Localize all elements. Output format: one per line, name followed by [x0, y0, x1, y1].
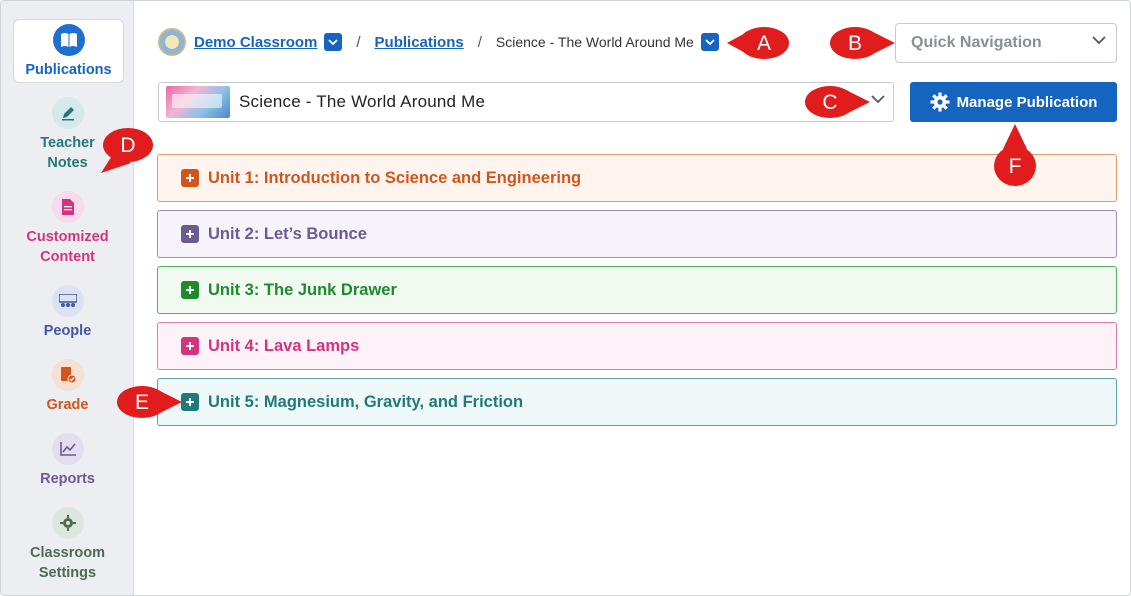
- unit-title: Unit 5: Magnesium, Gravity, and Friction: [208, 392, 524, 411]
- gear-icon: [930, 92, 950, 112]
- book-icon: [52, 24, 85, 56]
- unit-row[interactable]: Unit 5: Magnesium, Gravity, and Friction: [157, 378, 1117, 426]
- people-icon: [51, 285, 84, 317]
- unit-title: Unit 1: Introduction to Science and Engi…: [208, 168, 582, 187]
- unit-title: Unit 2: Let’s Bounce: [208, 224, 367, 243]
- pen-icon: [51, 97, 84, 129]
- breadcrumb-classroom-link[interactable]: Demo Classroom: [194, 34, 317, 51]
- chevron-down-icon: [328, 39, 339, 45]
- breadcrumb-current: Science - The World Around Me: [495, 34, 694, 50]
- grade-icon: [51, 359, 84, 391]
- sidebar-item-label: Classroom Settings: [30, 545, 105, 581]
- quick-navigation-select[interactable]: Quick Navigation: [895, 23, 1117, 63]
- unit-row[interactable]: Unit 3: The Junk Drawer: [157, 266, 1117, 314]
- expand-plus-icon[interactable]: [181, 225, 199, 243]
- unit-row[interactable]: Unit 2: Let’s Bounce: [157, 210, 1117, 258]
- sidebar: Publications Teacher Notes Customized Co…: [1, 1, 134, 595]
- callout-e: E: [117, 386, 182, 418]
- publication-select[interactable]: Science - The World Around Me: [158, 82, 894, 122]
- callout-a: A: [727, 27, 789, 59]
- chart-icon: [51, 433, 84, 465]
- expand-plus-icon[interactable]: [181, 281, 199, 299]
- manage-publication-button[interactable]: Manage Publication: [910, 82, 1117, 122]
- svg-text:C: C: [822, 91, 837, 114]
- sidebar-item-people[interactable]: People: [1, 285, 134, 341]
- sidebar-item-label: Grade: [46, 397, 89, 413]
- chevron-down-icon: [1092, 36, 1106, 45]
- sidebar-item-classroom-settings[interactable]: Classroom Settings: [1, 507, 134, 583]
- publication-select-value: Science - The World Around Me: [239, 92, 486, 111]
- breadcrumb-separator: /: [477, 33, 482, 51]
- sidebar-item-reports[interactable]: Reports: [1, 433, 134, 489]
- publication-thumbnail: [166, 86, 230, 118]
- sidebar-item-customized-content[interactable]: Customized Content: [1, 191, 134, 267]
- unit-row[interactable]: Unit 1: Introduction to Science and Engi…: [157, 154, 1117, 202]
- document-icon: [51, 191, 84, 223]
- sidebar-item-label: Customized Content: [26, 229, 109, 265]
- manage-publication-label: Manage Publication: [956, 93, 1098, 111]
- app-frame: Publications Teacher Notes Customized Co…: [0, 0, 1131, 596]
- callout-d: D: [101, 128, 153, 173]
- callout-b: B: [830, 27, 895, 59]
- svg-text:F: F: [1009, 155, 1022, 178]
- breadcrumb: Demo Classroom / Publications / Science …: [158, 28, 719, 56]
- svg-text:E: E: [135, 391, 149, 414]
- breadcrumb-separator: /: [356, 33, 361, 51]
- gear-icon: [51, 507, 84, 539]
- expand-plus-icon[interactable]: [181, 169, 199, 187]
- publication-dropdown-button[interactable]: [700, 33, 719, 51]
- callout-c: C: [805, 86, 870, 118]
- sidebar-item-label: Reports: [40, 471, 95, 487]
- chevron-down-icon: [871, 95, 885, 104]
- sidebar-item-publications[interactable]: Publications: [13, 19, 124, 83]
- unit-title: Unit 4: Lava Lamps: [208, 336, 360, 355]
- callout-f: F: [994, 124, 1036, 186]
- unit-row[interactable]: Unit 4: Lava Lamps: [157, 322, 1117, 370]
- unit-title: Unit 3: The Junk Drawer: [208, 280, 397, 299]
- classroom-logo: [158, 28, 186, 56]
- breadcrumb-publications-link[interactable]: Publications: [375, 34, 464, 51]
- expand-plus-icon[interactable]: [181, 337, 199, 355]
- sidebar-item-grade[interactable]: Grade: [1, 359, 134, 415]
- quick-navigation-placeholder: Quick Navigation: [911, 34, 1042, 51]
- sidebar-item-label: Teacher Notes: [40, 135, 95, 171]
- svg-text:D: D: [120, 134, 135, 157]
- sidebar-item-label: Publications: [25, 62, 112, 78]
- classroom-dropdown-button[interactable]: [324, 33, 343, 51]
- svg-text:A: A: [757, 32, 771, 55]
- sidebar-item-label: People: [43, 323, 92, 339]
- svg-text:B: B: [848, 32, 862, 55]
- chevron-down-icon: [705, 39, 715, 45]
